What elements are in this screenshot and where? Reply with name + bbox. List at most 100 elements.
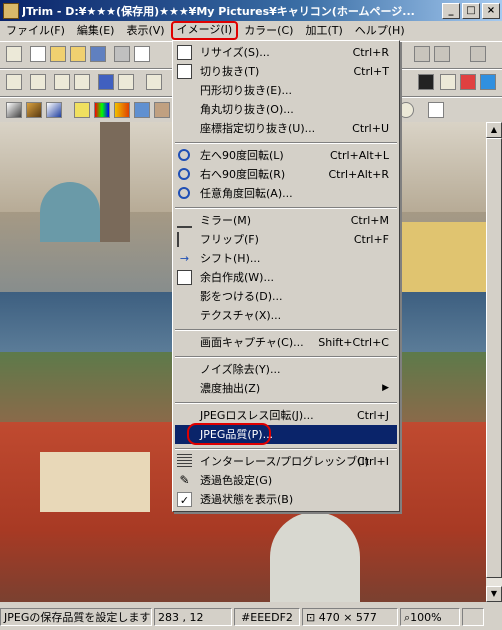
menu-item-shortcut: Ctrl+F [353,233,389,246]
menu-item-label: ノイズ除去(Y)... [200,363,281,376]
menu-color[interactable]: カラー(C) [238,22,299,39]
menu-item-circle-crop[interactable]: 円形切り抜き(E)... [175,81,397,100]
menu-item-label: テクスチャ(X)... [200,309,282,322]
menu-item-label: フリップ(F) [200,233,259,246]
resize-icon [177,45,192,60]
target-button[interactable] [398,102,414,118]
split-view-button[interactable] [434,46,450,62]
menu-item-flip[interactable]: フリップ(F) Ctrl+F [175,230,397,249]
minimize-button[interactable]: _ [442,2,460,19]
menu-item-rounded-crop[interactable]: 角丸切り抜き(O)... [175,100,397,119]
size-icon: ⊡ [306,611,319,624]
rotate-right-icon [178,168,190,180]
brightness-button[interactable] [74,102,90,118]
menu-item-rotate-any[interactable]: 任意角度回転(A)... [175,184,397,203]
menu-edit[interactable]: 編集(E) [71,22,121,39]
status-bar: JPEGの保存品質を設定します 283 , 12 #EEEDF2 ⊡ 470 ×… [0,604,502,630]
app-icon [3,2,19,19]
menu-separator [175,448,397,450]
menu-item-capture[interactable]: 画面キャプチャ(C)... Shift+Ctrl+C [175,333,397,352]
shift-icon: → [179,252,190,265]
menu-item-rotate-left[interactable]: 左へ90度回転(L) Ctrl+Alt+L [175,146,397,165]
status-color: #EEEDF2 [234,608,300,626]
menu-item-label: 画面キャプチャ(C)... [200,336,304,349]
window-title: JTrim - D:¥★★★(保存用)★★★¥My Pictures¥キャリコン… [22,4,415,18]
print-button[interactable] [114,46,130,62]
menu-item-shortcut: Ctrl+Alt+R [328,168,389,181]
menu-separator [175,402,397,404]
sepia-button[interactable] [26,102,42,118]
image-button[interactable] [154,102,170,118]
menu-item-transparent-color[interactable]: ✎ 透過色設定(G) [175,471,397,490]
crop-tool-button[interactable] [6,74,22,90]
menu-item-texture[interactable]: テクスチャ(X)... [175,306,397,325]
menu-item-shift[interactable]: → シフト(H)... [175,249,397,268]
close-button[interactable]: × [482,2,500,19]
menu-item-label: 角丸切り抜き(O)... [200,103,294,116]
menu-item-denoise[interactable]: ノイズ除去(Y)... [175,360,397,379]
eyedropper-button[interactable] [428,102,444,118]
menu-item-shadow[interactable]: 影をつける(D)... [175,287,397,306]
rotate-tool-button[interactable] [146,74,162,90]
preview-button[interactable] [134,46,150,62]
save-button[interactable] [90,46,106,62]
menu-image[interactable]: イメージ(I) [170,21,239,40]
menu-file[interactable]: ファイル(F) [0,22,71,39]
black-square-button[interactable] [418,74,434,90]
layout-button[interactable] [470,46,486,62]
flip-icon [177,232,192,247]
negative-button[interactable] [46,102,62,118]
menu-item-label: シフト(H)... [200,252,261,265]
brush-tool-button[interactable] [480,74,496,90]
status-coords: 283 , 12 [154,608,232,626]
menu-item-label: リサイズ(S)... [200,46,270,59]
check-icon: ✓ [177,492,192,507]
crop-icon [177,64,192,79]
maximize-button[interactable]: □ [462,2,480,19]
new-file-button[interactable] [30,46,46,62]
menu-item-crop[interactable]: 切り抜き(T) Ctrl+T [175,62,397,81]
menu-item-resize[interactable]: リサイズ(S)... Ctrl+R [175,43,397,62]
menu-help[interactable]: ヘルプ(H) [349,22,411,39]
status-size: ⊡ 470 × 577 [302,608,398,626]
shift-tool-button[interactable] [98,74,114,90]
grid-view-button[interactable] [414,46,430,62]
menu-item-jpeg-quality[interactable]: JPEG品質(P)... [175,423,397,445]
open-file-button[interactable] [50,46,66,62]
menu-item-label: ミラー(M) [200,214,252,227]
menu-item-coord-crop[interactable]: 座標指定切り抜き(U)... Ctrl+U [175,119,397,138]
scroll-down-arrow[interactable]: ▼ [486,586,502,602]
flip-tool-button[interactable] [74,74,90,90]
scroll-thumb[interactable] [486,138,502,578]
rgb-button[interactable] [94,102,110,118]
menu-process[interactable]: 加工(T) [299,22,348,39]
resize-tool-button[interactable] [30,74,46,90]
menu-item-density[interactable]: 濃度抽出(Z) ▶ [175,379,397,398]
menu-item-label: インターレース/プログレッシブ(I) [200,455,369,468]
grayscale-button[interactable] [6,102,22,118]
menu-item-label: 透過状態を表示(B) [200,493,294,506]
menu-item-mirror[interactable]: ミラー(M) Ctrl+M [175,211,397,230]
hue-button[interactable] [114,102,130,118]
scroll-up-arrow[interactable]: ▲ [486,122,502,138]
menu-item-shortcut: Ctrl+M [350,214,389,227]
open-folder-button[interactable] [70,46,86,62]
menu-item-shortcut: Ctrl+I [356,455,389,468]
menu-item-interlace[interactable]: インターレース/プログレッシブ(I) Ctrl+I [175,452,397,471]
mirror-tool-button[interactable] [54,74,70,90]
menu-item-margin[interactable]: 余白作成(W)... [175,268,397,287]
menu-item-label: 切り抜き(T) [200,65,260,78]
menu-item-rotate-right[interactable]: 右へ90度回転(R) Ctrl+Alt+R [175,165,397,184]
interlace-icon [177,454,192,469]
pen-tool-button[interactable] [460,74,476,90]
menu-item-shortcut: Ctrl+J [356,409,389,422]
contrast-button[interactable] [134,102,150,118]
vertical-scrollbar[interactable]: ▲ ▼ [486,122,502,602]
grid-tool-button[interactable] [440,74,456,90]
menu-item-show-transparency[interactable]: ✓ 透過状態を表示(B) [175,490,397,509]
grid-toggle-icon[interactable] [462,608,484,626]
menu-view[interactable]: 表示(V) [120,22,170,39]
title-bar: JTrim - D:¥★★★(保存用)★★★¥My Pictures¥キャリコン… [0,0,502,21]
rotate-any-icon [178,187,190,199]
margin-tool-button[interactable] [118,74,134,90]
